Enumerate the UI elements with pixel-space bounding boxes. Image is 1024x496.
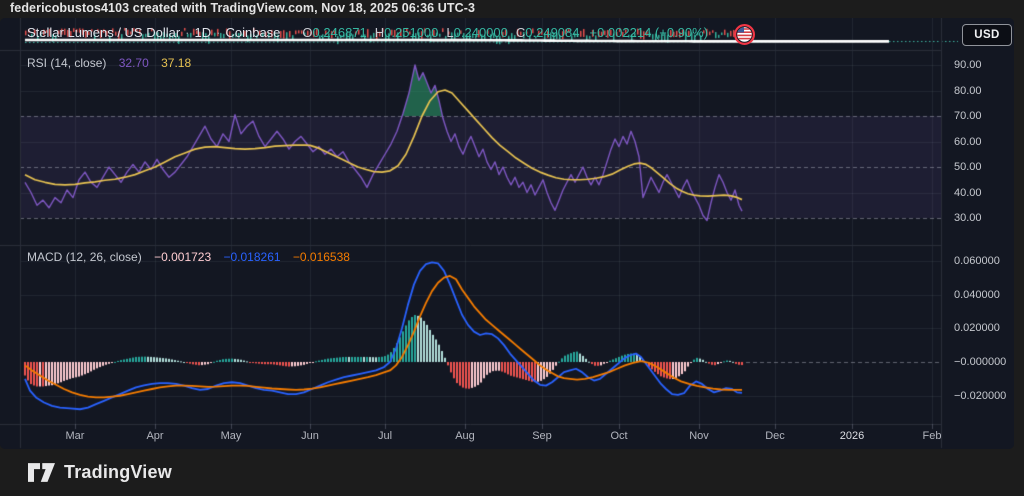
time-axis-label: Nov xyxy=(689,430,709,442)
ohlc-values: O0.246871 H0.251000 L0.240000 C0.249084 xyxy=(294,25,579,40)
rsi-axis-label: 70.00 xyxy=(954,110,982,122)
chart-area[interactable]: Stellar Lumens / US Dollar · 1D · Coinbase O0… xyxy=(0,18,1014,449)
macd-axis-label: −0.000000 xyxy=(954,356,1007,368)
tradingview-logo[interactable]: TradingView xyxy=(28,462,172,483)
chart-canvas[interactable] xyxy=(0,18,1014,449)
low-label: L xyxy=(446,25,454,40)
macd-label: MACD xyxy=(27,250,63,264)
macd-legend-row[interactable]: MACD (12, 26, close) −0.001723 −0.018261… xyxy=(27,250,350,264)
change-value: +0.002214 (+0.90%) xyxy=(589,25,709,40)
high-value: 0.251000 xyxy=(384,25,439,40)
attribution-bar: federicobustos4103 created with TradingV… xyxy=(0,0,1024,18)
macd-axis-label: −0.020000 xyxy=(954,389,1007,402)
rsi-legend-row[interactable]: RSI (14, close) 32.70 37.18 xyxy=(27,56,191,70)
interval-label[interactable]: 1D xyxy=(195,25,212,40)
price-axis[interactable]: 90.00 80.00 70.00 60.00 50.00 40.00 30.00 0.060… xyxy=(941,18,1014,424)
rsi-axis-label: 30.00 xyxy=(954,212,982,224)
time-axis-label: Oct xyxy=(610,430,628,442)
rsi-axis-label: 90.00 xyxy=(954,59,982,71)
symbol-info-row[interactable]: Stellar Lumens / US Dollar · 1D · Coinbase O0… xyxy=(27,25,708,40)
rsi-params: (14, close) xyxy=(50,56,107,70)
rsi-label: RSI xyxy=(27,56,48,70)
macd-histogram-value: −0.001723 xyxy=(154,250,212,264)
rsi-ma-value: 37.18 xyxy=(161,56,192,70)
close-value: 0.249084 xyxy=(525,25,580,40)
tradingview-logo-text: TradingView xyxy=(64,462,172,482)
high-label: H xyxy=(374,25,385,40)
time-axis-label: May xyxy=(220,430,242,442)
rsi-axis-label: 40.00 xyxy=(954,186,982,199)
us-flag-icon[interactable] xyxy=(734,24,755,45)
open-label: O xyxy=(302,25,313,40)
time-axis-label: Feb xyxy=(922,430,942,442)
time-axis-label: Jun xyxy=(301,430,319,442)
open-value: 0.246871 xyxy=(312,25,367,40)
separator-dot: · xyxy=(185,25,190,40)
attribution-text: federicobustos4103 created with TradingV… xyxy=(10,1,476,15)
time-axis-label: Sep xyxy=(532,430,552,442)
macd-axis-label: 0.060000 xyxy=(954,254,1000,267)
time-axis-label: Apr xyxy=(146,430,164,442)
time-axis-label: Dec xyxy=(765,430,785,442)
time-axis-label: Mar xyxy=(65,430,85,442)
macd-line-value: −0.018261 xyxy=(223,250,281,264)
rsi-axis-label: 80.00 xyxy=(954,84,982,97)
exchange-label: Coinbase xyxy=(225,25,281,40)
macd-axis-label: 0.020000 xyxy=(954,322,1000,335)
macd-signal-value: −0.016538 xyxy=(292,250,350,264)
rsi-axis-label: 60.00 xyxy=(954,135,982,148)
low-value: 0.240000 xyxy=(453,25,508,40)
macd-axis-label: 0.040000 xyxy=(954,288,1000,301)
rsi-axis-label: 50.00 xyxy=(954,161,982,173)
time-axis-label: 2026 xyxy=(839,430,865,442)
time-axis[interactable]: Mar Apr May Jun Jul Aug Sep Oct Nov Dec 2026 Feb xyxy=(0,424,942,449)
separator-dot: · xyxy=(216,25,221,40)
footer-bar: TradingView xyxy=(0,449,1024,496)
time-axis-label: Aug xyxy=(455,430,475,442)
symbol-title[interactable]: Stellar Lumens / US Dollar xyxy=(27,25,180,40)
time-axis-label: Jul xyxy=(377,430,393,442)
macd-params: (12, 26, close) xyxy=(65,250,142,264)
tradingview-logo-icon xyxy=(28,462,55,483)
currency-usd-button[interactable]: USD xyxy=(962,24,1012,46)
close-label: C xyxy=(515,25,526,40)
rsi-value: 32.70 xyxy=(118,56,149,70)
